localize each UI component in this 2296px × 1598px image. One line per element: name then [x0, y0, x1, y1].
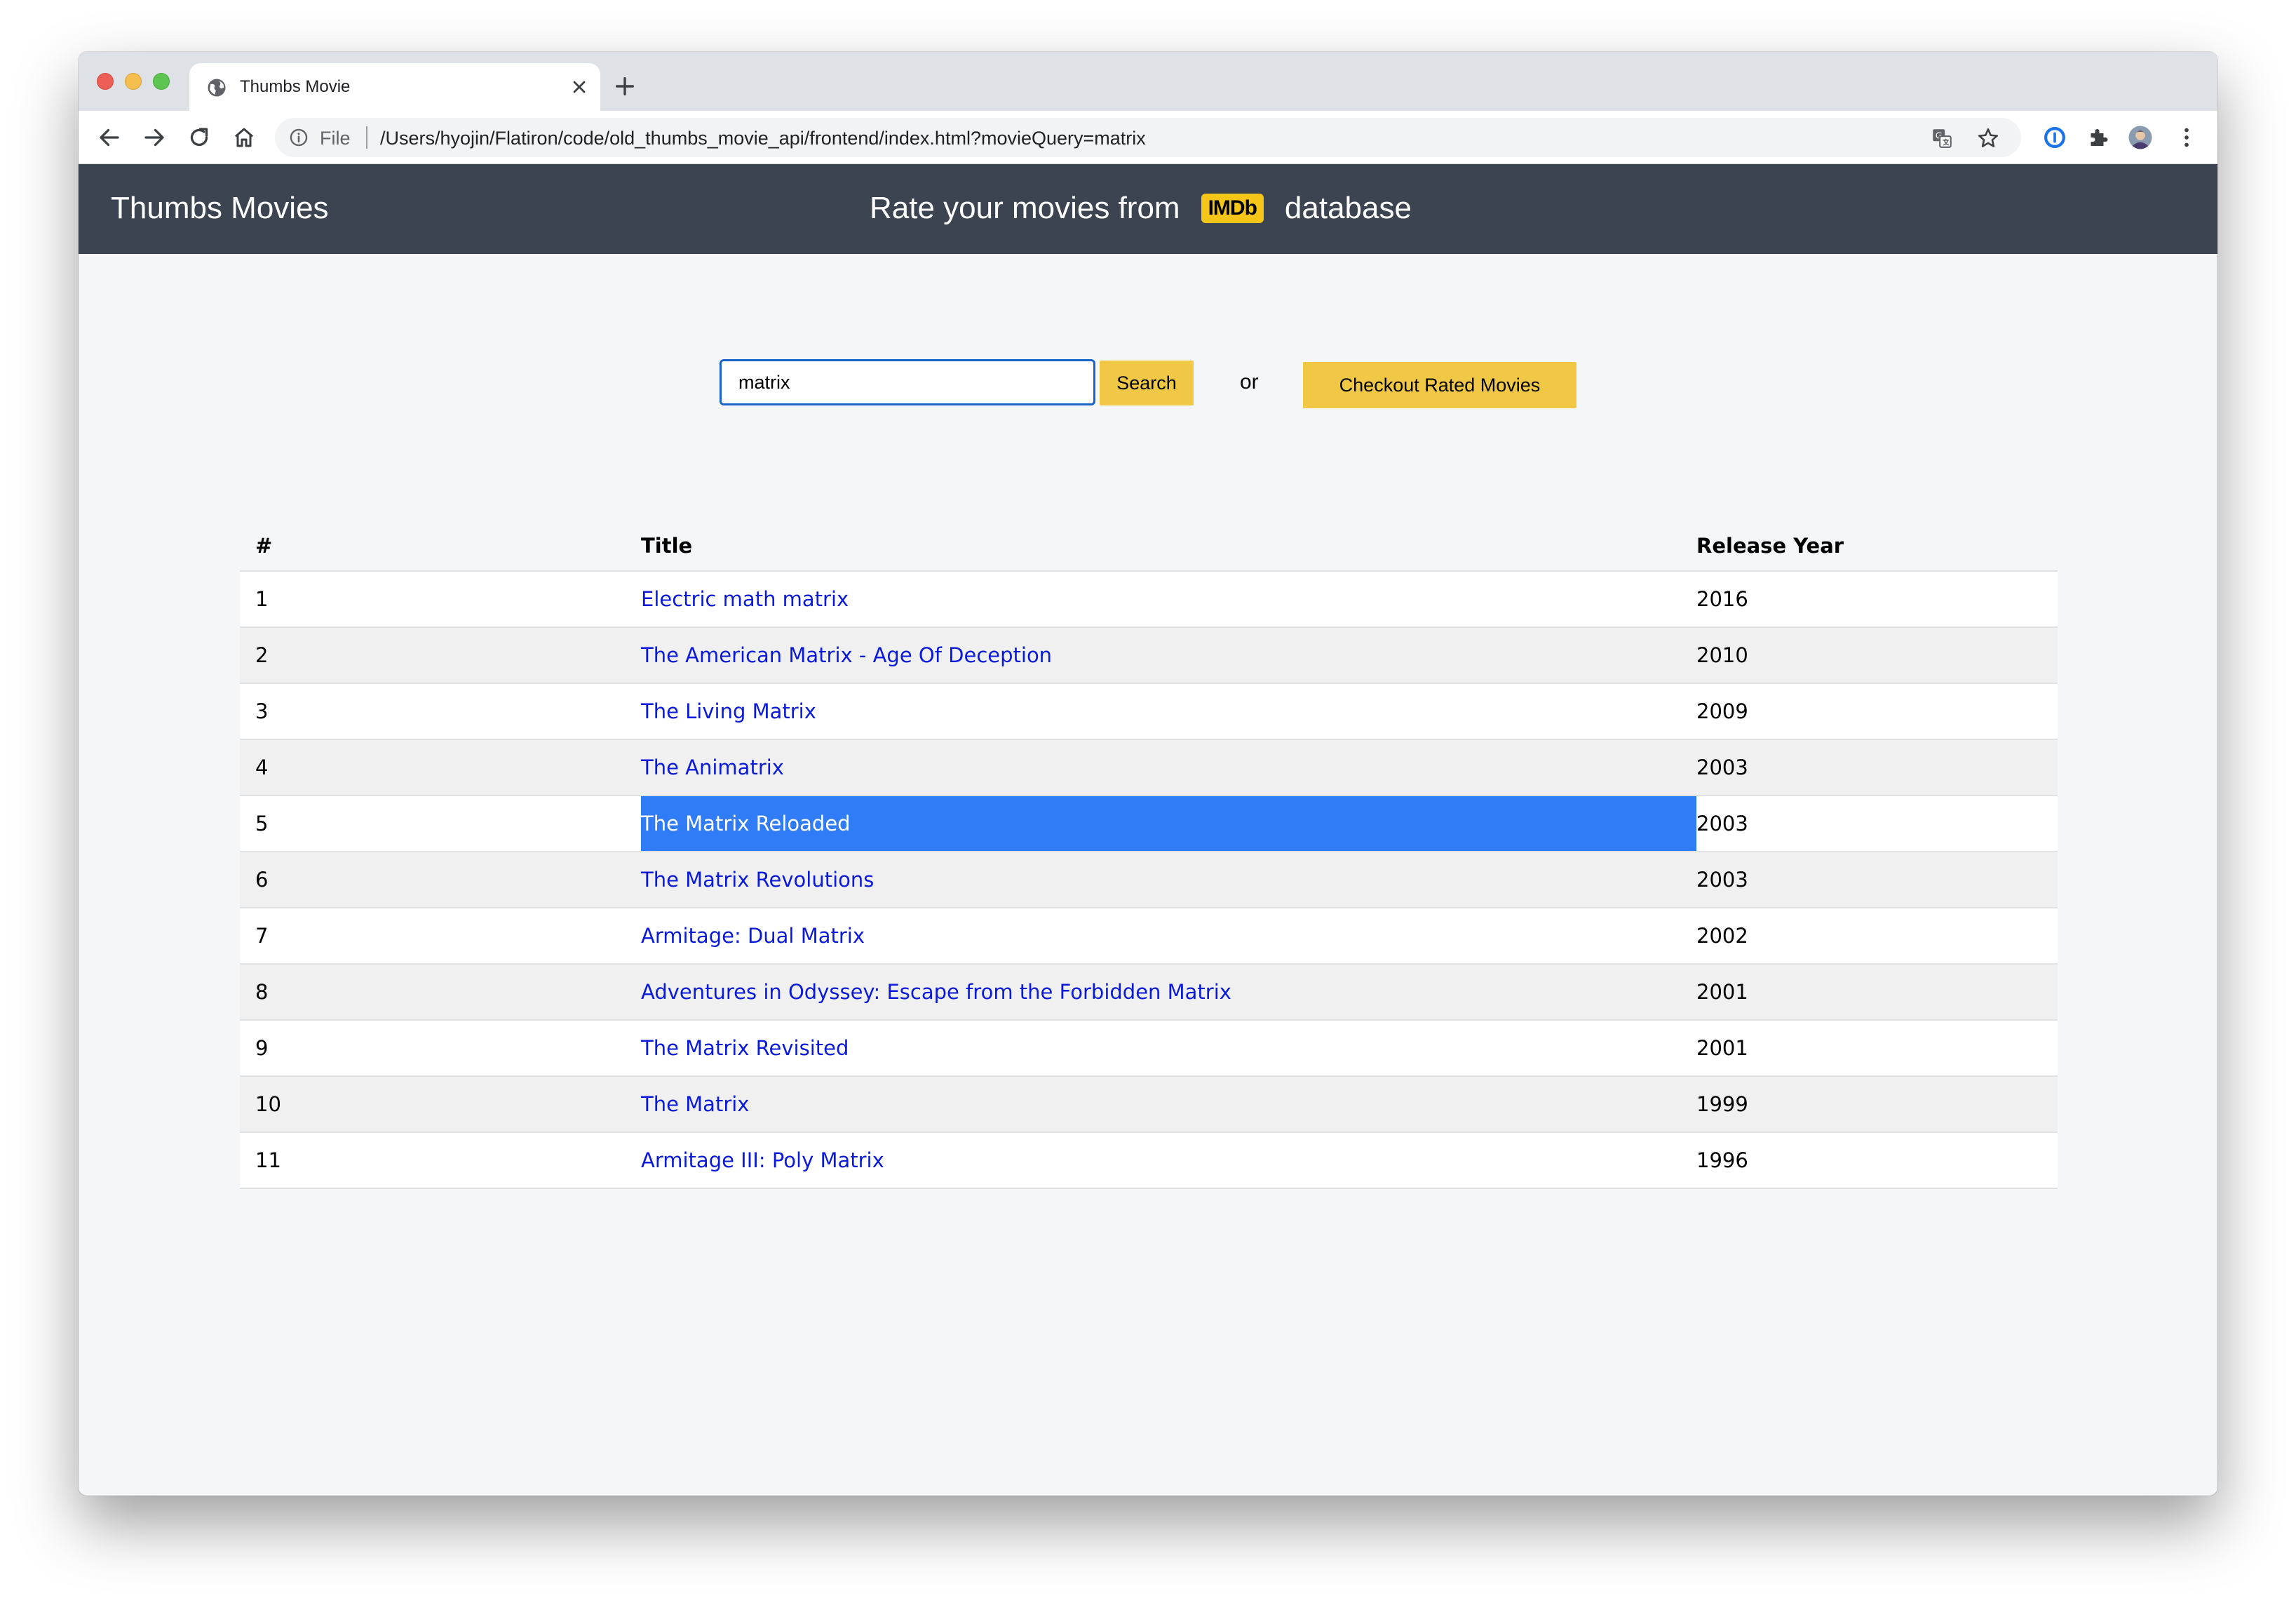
tab-strip: Thumbs Movie: [79, 52, 2217, 111]
release-year: 2001: [1696, 964, 2058, 1021]
release-year: 2009: [1696, 683, 2058, 740]
movie-title-link[interactable]: The Living Matrix: [641, 699, 816, 723]
release-year: 1999: [1696, 1076, 2058, 1133]
table-row: 4 The Animatrix 2003: [240, 739, 2058, 796]
release-year: 2016: [1696, 571, 2058, 628]
title-cell: The Animatrix: [641, 739, 1696, 796]
release-year: 1996: [1696, 1132, 2058, 1189]
tagline: Rate your movies from IMDb database: [870, 191, 1412, 226]
new-tab-icon[interactable]: [613, 74, 637, 98]
column-header-release-year: Release Year: [1696, 521, 2058, 572]
back-arrow-icon[interactable]: [97, 125, 122, 150]
row-number: 4: [240, 739, 641, 796]
reload-icon[interactable]: [187, 125, 212, 150]
title-cell: The Matrix: [641, 1076, 1696, 1133]
results-body: 1 Electric math matrix 2016 2 The American M…: [240, 571, 2058, 1189]
movie-search-input[interactable]: [720, 359, 1095, 405]
row-number: 9: [240, 1020, 641, 1077]
table-row: 9 The Matrix Revisited 2001: [240, 1020, 2058, 1077]
movie-title-link[interactable]: The American Matrix - Age Of Deception: [641, 643, 1052, 667]
tab-title: Thumbs Movie: [240, 77, 351, 96]
row-number: 3: [240, 683, 641, 740]
or-label: or: [1240, 370, 1259, 394]
title-cell: The Matrix Reloaded: [641, 795, 1696, 852]
column-header-number: #: [240, 521, 641, 572]
release-year: 2003: [1696, 852, 2058, 908]
release-year: 2003: [1696, 739, 2058, 796]
table-header-row: # Title Release Year: [240, 521, 2058, 572]
table-row: 7 Armitage: Dual Matrix 2002: [240, 908, 2058, 965]
scheme-label: File: [320, 128, 351, 149]
release-year: 2002: [1696, 908, 2058, 965]
table-row: 5 The Matrix Reloaded 2003: [240, 795, 2058, 852]
table-row: 11 Armitage III: Poly Matrix 1996: [240, 1132, 2058, 1189]
title-cell: Armitage III: Poly Matrix: [641, 1132, 1696, 1189]
url-text[interactable]: /Users/hyojin/Flatiron/code/old_thumbs_m…: [380, 128, 1146, 149]
address-separator: [366, 126, 367, 149]
close-window-button[interactable]: [97, 73, 114, 90]
title-cell: Electric math matrix: [641, 571, 1696, 628]
title-cell: The Matrix Revolutions: [641, 852, 1696, 908]
row-number: 1: [240, 571, 641, 628]
table-row: 8 Adventures in Odyssey: Escape from the …: [240, 964, 2058, 1021]
home-icon[interactable]: [231, 125, 257, 150]
search-button[interactable]: Search: [1100, 361, 1194, 405]
release-year: 2001: [1696, 1020, 2058, 1077]
password-manager-icon[interactable]: [2042, 125, 2067, 150]
movie-title-link[interactable]: Armitage III: Poly Matrix: [641, 1148, 884, 1172]
bookmark-star-icon[interactable]: [1976, 126, 2000, 150]
table-row: 2 The American Matrix - Age Of Deception 2…: [240, 627, 2058, 684]
title-cell: The Living Matrix: [641, 683, 1696, 740]
browser-tab[interactable]: Thumbs Movie: [189, 63, 600, 111]
avatar[interactable]: [2128, 125, 2153, 150]
movie-title-link[interactable]: Electric math matrix: [641, 587, 849, 611]
release-year: 2010: [1696, 627, 2058, 684]
movie-title-link[interactable]: The Matrix Revisited: [641, 1036, 849, 1060]
movie-title-link[interactable]: Adventures in Odyssey: Escape from the F…: [641, 980, 1231, 1004]
browser-window: Thumbs Movie File /Users/hyojin/Flatiron…: [79, 52, 2217, 1496]
title-cell: The Matrix Revisited: [641, 1020, 1696, 1077]
row-number: 8: [240, 964, 641, 1021]
translate-icon[interactable]: G: [1930, 126, 1954, 150]
movie-title-link[interactable]: The Matrix Revolutions: [641, 868, 874, 892]
minimize-window-button[interactable]: [125, 73, 142, 90]
column-header-title: Title: [641, 521, 1696, 572]
info-icon[interactable]: [289, 128, 309, 147]
tagline-prefix: Rate your movies from: [870, 191, 1180, 225]
row-number: 6: [240, 852, 641, 908]
table-row: 10 The Matrix 1999: [240, 1076, 2058, 1133]
row-number: 2: [240, 627, 641, 684]
release-year: 2003: [1696, 795, 2058, 852]
maximize-window-button[interactable]: [153, 73, 170, 90]
forward-arrow-icon[interactable]: [142, 125, 167, 150]
extensions-puzzle-icon[interactable]: [2086, 125, 2111, 150]
checkout-rated-movies-button[interactable]: Checkout Rated Movies: [1303, 362, 1576, 408]
movie-title-link[interactable]: Armitage: Dual Matrix: [641, 924, 865, 948]
movie-title-link[interactable]: The Matrix Reloaded: [641, 812, 851, 835]
table-row: 3 The Living Matrix 2009: [240, 683, 2058, 740]
app-header: Thumbs Movies Rate your movies from IMDb…: [79, 164, 2217, 254]
title-cell: The American Matrix - Age Of Deception: [641, 627, 1696, 684]
title-cell: Armitage: Dual Matrix: [641, 908, 1696, 965]
address-bar[interactable]: File /Users/hyojin/Flatiron/code/old_thu…: [275, 118, 2021, 157]
table-row: 6 The Matrix Revolutions 2003: [240, 852, 2058, 908]
globe-icon: [208, 79, 226, 97]
title-cell: Adventures in Odyssey: Escape from the F…: [641, 964, 1696, 1021]
tagline-suffix: database: [1284, 191, 1412, 225]
row-number: 7: [240, 908, 641, 965]
imdb-logo: IMDb: [1201, 194, 1264, 223]
row-number: 5: [240, 795, 641, 852]
brand-title[interactable]: Thumbs Movies: [111, 191, 329, 226]
movie-title-link[interactable]: The Matrix: [641, 1092, 749, 1116]
more-menu-icon[interactable]: [2174, 125, 2199, 150]
movie-title-link[interactable]: The Animatrix: [641, 756, 784, 779]
row-number: 11: [240, 1132, 641, 1189]
browser-toolbar: File /Users/hyojin/Flatiron/code/old_thu…: [79, 111, 2217, 164]
results-table: # Title Release Year 1 Electric math matr…: [240, 521, 2058, 1189]
row-number: 10: [240, 1076, 641, 1133]
close-icon[interactable]: [569, 77, 589, 97]
table-row: 1 Electric math matrix 2016: [240, 571, 2058, 628]
